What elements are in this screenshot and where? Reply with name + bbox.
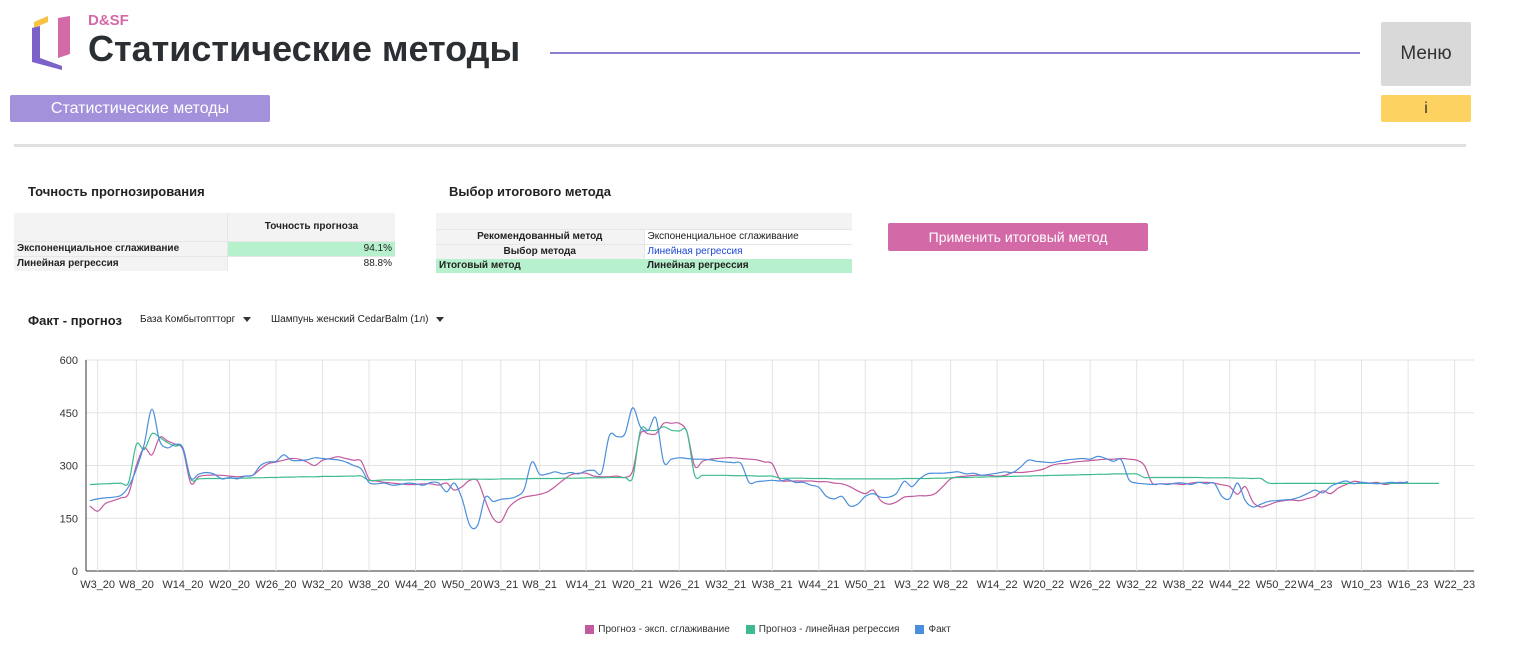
legend-item: Прогноз - линейная регрессия <box>745 624 900 635</box>
y-tick-label: 600 <box>60 355 78 367</box>
x-tick-label: W14_21 <box>566 579 607 591</box>
title-underline <box>550 52 1360 54</box>
x-tick-label: W32_20 <box>302 579 343 591</box>
table-header-blank <box>644 213 852 230</box>
tab-statistical-methods[interactable]: Статистические методы <box>10 95 270 122</box>
x-tick-label: W20_22 <box>1023 579 1064 591</box>
base-filter-value: База Комбытоптторг <box>140 314 236 325</box>
x-tick-label: W22_23 <box>1434 579 1475 591</box>
accuracy-section-title: Точность прогнозирования <box>28 184 205 199</box>
recommended-method-label: Рекомендованный метод <box>436 229 644 245</box>
legend-item: Прогноз - эксп. сглаживание <box>585 624 730 635</box>
x-tick-label: W3_22 <box>894 579 929 591</box>
x-axis: W3_20 W8_20 W14_20 W20_20 W26_20 W32_20 W38_20… <box>80 579 1475 591</box>
x-tick-label: W44_20 <box>395 579 436 591</box>
table-row: Экспоненциальное сглаживание 94.1% <box>14 241 395 257</box>
x-tick-label: W44_21 <box>798 579 839 591</box>
logo-yellow-shape <box>34 16 48 28</box>
menu-button[interactable]: Меню <box>1381 22 1471 86</box>
section-divider <box>14 144 1466 147</box>
series-line <box>89 426 1440 486</box>
chart-section-title: Факт - прогноз <box>28 313 122 328</box>
y-tick-label: 300 <box>60 461 78 473</box>
x-tick-label: W10_23 <box>1341 579 1382 591</box>
table-header-row <box>436 213 852 230</box>
x-tick-label: W44_22 <box>1209 579 1250 591</box>
legend-swatch <box>585 625 595 634</box>
table-cell-accuracy: 94.1% <box>227 241 395 257</box>
selection-table: Рекомендованный метод Экспоненциальное с… <box>436 213 852 273</box>
x-tick-label: W4_23 <box>1298 579 1333 591</box>
x-tick-label: W26_20 <box>255 579 296 591</box>
final-method-label: Итоговый метод <box>436 259 644 273</box>
table-header-row: Точность прогноза <box>14 213 395 242</box>
x-tick-label: W50_22 <box>1256 579 1297 591</box>
accuracy-table: Точность прогноза Экспоненциальное сглаж… <box>14 213 395 271</box>
legend-label: Факт <box>928 624 951 635</box>
legend-label: Прогноз - эксп. сглаживание <box>598 624 730 635</box>
chevron-down-icon <box>243 317 252 322</box>
x-tick-label: W20_20 <box>209 579 250 591</box>
x-tick-label: W38_21 <box>752 579 793 591</box>
table-header-blank <box>14 213 228 242</box>
table-header-cell: Точность прогноза <box>227 213 395 242</box>
product-filter-value: Шампунь женский CedarBalm (1л) <box>271 314 429 325</box>
dsf-logo <box>32 16 70 70</box>
y-tick-label: 0 <box>72 566 78 578</box>
y-tick-label: 450 <box>60 408 78 420</box>
recommended-method-value: Экспоненциальное сглаживание <box>643 229 852 245</box>
chart-series <box>89 407 1440 530</box>
x-tick-label: W20_21 <box>612 579 653 591</box>
method-choice-dropdown[interactable]: Линейная регрессия <box>643 244 852 259</box>
series-line <box>89 407 1409 530</box>
chart-grid <box>86 359 1474 572</box>
product-filter-dropdown[interactable]: Шампунь женский CedarBalm (1л) <box>271 314 445 325</box>
x-tick-label: W8_22 <box>933 579 968 591</box>
legend-swatch <box>745 625 755 634</box>
table-header-blank <box>436 213 644 230</box>
table-row: Итоговый метод Линейная регрессия <box>436 259 852 273</box>
x-tick-label: W8_21 <box>522 579 557 591</box>
x-tick-label: W3_21 <box>483 579 518 591</box>
x-tick-label: W32_21 <box>705 579 746 591</box>
x-tick-label: W26_21 <box>659 579 700 591</box>
table-row: Линейная регрессия 88.8% <box>14 256 395 271</box>
fact-forecast-chart: 0 150 300 450 600 W3_20 W8_20 W14_20 W20_20 W26_… <box>60 355 1475 591</box>
x-tick-label: W3_20 <box>80 579 115 591</box>
page-title: Статистические методы <box>88 28 521 69</box>
x-tick-label: W14_20 <box>162 579 203 591</box>
table-cell-method: Линейная регрессия <box>14 256 228 271</box>
logo-purple-shape <box>32 26 62 70</box>
x-tick-label: W50_20 <box>442 579 483 591</box>
table-cell-accuracy: 88.8% <box>227 256 395 271</box>
x-tick-label: W14_22 <box>977 579 1018 591</box>
x-tick-label: W16_23 <box>1388 579 1429 591</box>
chevron-down-icon <box>436 317 445 322</box>
x-tick-label: W38_22 <box>1163 579 1204 591</box>
table-row: Выбор метода Линейная регрессия <box>436 244 852 259</box>
x-tick-label: W50_21 <box>845 579 886 591</box>
legend-label: Прогноз - линейная регрессия <box>758 624 900 635</box>
final-method-value: Линейная регрессия <box>644 259 852 273</box>
x-tick-label: W32_22 <box>1116 579 1157 591</box>
brand-label: D&SF <box>88 12 129 29</box>
table-row: Рекомендованный метод Экспоненциальное с… <box>436 229 852 245</box>
x-tick-label: W8_20 <box>119 579 154 591</box>
x-tick-label: W38_20 <box>349 579 390 591</box>
series-line <box>89 421 1409 524</box>
method-choice-label: Выбор метода <box>436 244 644 259</box>
chart-legend: Прогноз - эксп. сглаживание Прогноз - ли… <box>0 624 1536 635</box>
base-filter-dropdown[interactable]: База Комбытоптторг <box>140 314 252 325</box>
legend-swatch <box>915 625 925 634</box>
x-tick-label: W26_22 <box>1070 579 1111 591</box>
logo-pink-shape <box>58 16 70 58</box>
table-cell-method: Экспоненциальное сглаживание <box>14 241 228 257</box>
apply-final-method-button[interactable]: Применить итоговый метод <box>888 223 1148 251</box>
selection-section-title: Выбор итогового метода <box>449 184 612 199</box>
legend-item: Факт <box>915 624 951 635</box>
y-axis: 0 150 300 450 600 <box>60 355 87 578</box>
info-button[interactable]: i <box>1381 95 1471 122</box>
y-tick-label: 150 <box>60 513 78 525</box>
